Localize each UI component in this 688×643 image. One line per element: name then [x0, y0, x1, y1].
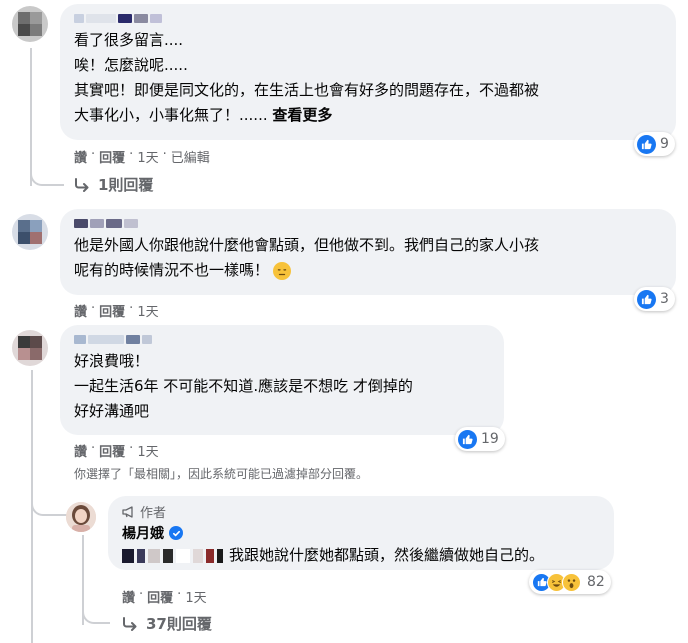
megaphone-icon: [122, 505, 133, 518]
author-name[interactable]: 楊月娥: [122, 523, 600, 543]
comment-line: 其實吧！即便是同文化的，在生活上也會有好多的問題存在，不過都被: [74, 81, 540, 99]
like-button[interactable]: 讚: [74, 441, 87, 460]
comment-bubble: 好浪費哦！ 一起生活6年 不可能不知道.應該是不想吃 才倒掉的 好好溝通吧: [60, 325, 504, 435]
comment-line: 呢有的時候情況不也一樣嗎！: [74, 258, 662, 283]
comment-line: 好浪費哦！: [74, 352, 150, 370]
reaction-count[interactable]: 3: [634, 287, 675, 311]
reply-button[interactable]: 回覆: [99, 147, 125, 166]
blurred-avatar-icon: [12, 330, 48, 366]
comment-actions: 讚 · 回覆 · 1天: [122, 587, 207, 606]
blurred-mention-tags[interactable]: [122, 548, 223, 563]
author-photo-icon: [66, 502, 96, 532]
comment-line: 大事化小，小事化無了！...... 查看更多: [74, 106, 333, 124]
author-tag: 作者: [122, 502, 600, 521]
reply-button[interactable]: 回覆: [99, 301, 125, 320]
author-avatar[interactable]: [66, 502, 96, 532]
comment-line: 一起生活6年 不可能不知道.應該是不想吃 才倒掉的: [74, 377, 413, 395]
reaction-count[interactable]: 9: [634, 132, 675, 156]
like-button[interactable]: 讚: [74, 147, 87, 166]
comment-line: 他是外國人你跟他說什麼他會點頭，但他做不到。我們自己的家人小孩: [74, 236, 540, 254]
reply-arrow-icon: [123, 616, 137, 631]
wow-icon: [562, 572, 581, 592]
like-icon: [637, 289, 656, 309]
comment-line: 唉！怎麼說呢.....: [74, 56, 188, 74]
see-more-link[interactable]: 查看更多: [272, 106, 332, 124]
like-icon: [637, 134, 656, 154]
comment-actions: 讚 · 回覆 · 1天: [74, 301, 159, 320]
avatar[interactable]: [12, 330, 48, 366]
timestamp[interactable]: 1天: [185, 587, 206, 606]
comment-actions: 讚 · 回覆 · 1天 · 已編輯: [74, 147, 210, 166]
like-button[interactable]: 讚: [122, 587, 135, 606]
like-icon: [458, 429, 477, 449]
view-replies-link[interactable]: 37則回覆: [122, 613, 212, 634]
blurred-commenter-name[interactable]: [74, 333, 490, 345]
comment-actions: 讚 · 回覆 · 1天: [74, 441, 159, 460]
comment-line: 看了很多留言....: [74, 31, 184, 49]
blurred-avatar-icon: [12, 6, 48, 42]
reply-button[interactable]: 回覆: [99, 441, 125, 460]
timestamp[interactable]: 1天: [137, 147, 158, 166]
blurred-commenter-name[interactable]: [74, 12, 662, 24]
reply-arrow-icon: [75, 177, 89, 192]
blurred-commenter-name[interactable]: [74, 217, 662, 229]
edited-label[interactable]: 已編輯: [171, 147, 210, 166]
reaction-count[interactable]: 19: [455, 427, 505, 451]
comment-line: 好好溝通吧: [74, 402, 150, 420]
reply-button[interactable]: 回覆: [147, 587, 173, 606]
like-button[interactable]: 讚: [74, 301, 87, 320]
avatar[interactable]: [12, 214, 48, 250]
relieved-face-icon: [273, 261, 292, 280]
author-reply-bubble: 作者 楊月娥 我跟她說什麼她都點頭，然後繼續做她自己的。: [108, 496, 614, 570]
timestamp[interactable]: 1天: [137, 441, 158, 460]
view-replies-link[interactable]: 1則回覆: [74, 174, 153, 195]
thread-elbow: [30, 150, 64, 186]
avatar[interactable]: [12, 6, 48, 42]
filter-notice: 你選擇了「最相關」，因此系統可能已過濾掉部分回覆。: [74, 467, 369, 481]
thread-elbow: [82, 590, 110, 624]
timestamp[interactable]: 1天: [137, 301, 158, 320]
thread-elbow: [31, 470, 67, 516]
comment-line: 我跟她說什麼她都點頭，然後繼續做她自己的。: [122, 545, 600, 565]
blurred-avatar-icon: [12, 214, 48, 250]
comment-bubble: 看了很多留言.... 唉！怎麼說呢..... 其實吧！即便是同文化的，在生活上也…: [60, 4, 676, 140]
comment-bubble: 他是外國人你跟他說什麼他會點頭，但他做不到。我們自己的家人小孩 呢有的時候情況不…: [60, 209, 676, 295]
reaction-count[interactable]: 82: [529, 570, 611, 594]
verified-badge-icon: [169, 526, 183, 540]
